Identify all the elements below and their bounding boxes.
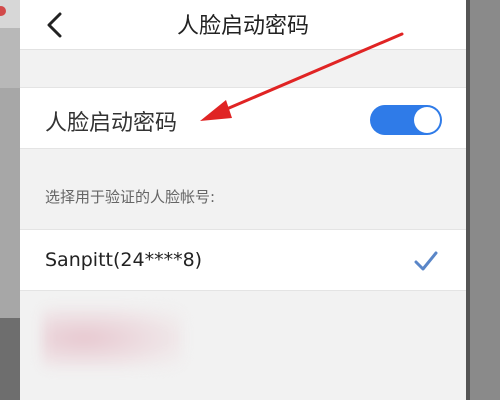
nav-header: 人脸启动密码 xyxy=(20,0,466,50)
blurred-content xyxy=(42,308,182,368)
setting-label: 人脸启动密码 xyxy=(45,111,178,136)
checkmark-icon xyxy=(414,251,438,271)
face-password-setting-row[interactable]: 人脸启动密码 xyxy=(20,87,466,149)
account-section-hint: 选择用于验证的人脸帐号: xyxy=(45,188,216,206)
page-title: 人脸启动密码 xyxy=(176,14,309,39)
blurred-account-row xyxy=(20,292,466,400)
face-password-toggle[interactable] xyxy=(370,105,442,135)
background-app-right xyxy=(466,0,500,400)
phone-screen: 人脸启动密码 人脸启动密码 选择用于验证的人脸帐号: Sanpitt(24***… xyxy=(20,0,466,400)
background-app-left xyxy=(0,0,20,400)
account-label: Sanpitt(24****8) xyxy=(45,249,203,271)
toggle-knob xyxy=(414,107,440,133)
account-row-selected[interactable]: Sanpitt(24****8) xyxy=(20,229,466,291)
section-spacer xyxy=(20,51,466,87)
